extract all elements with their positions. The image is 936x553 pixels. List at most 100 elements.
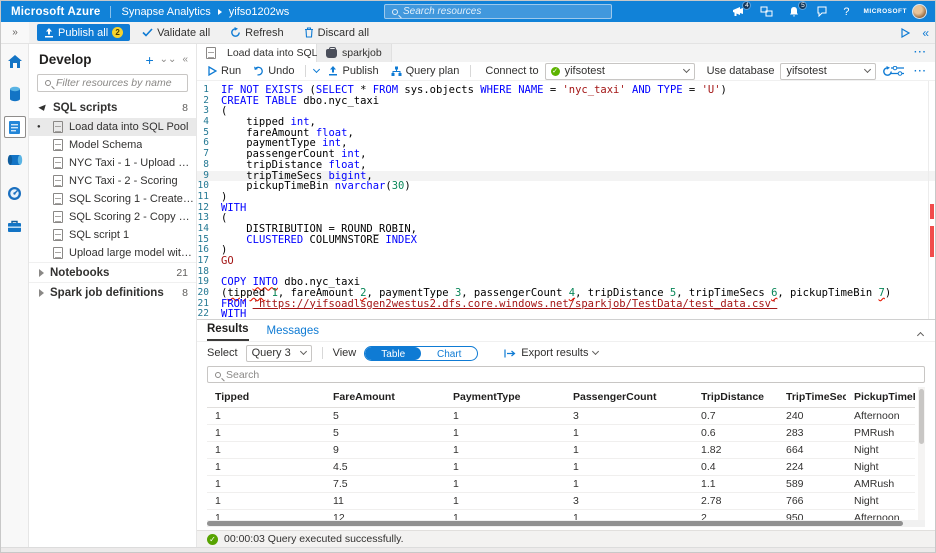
tree-item[interactable]: NYC Taxi - 1 - Upload model — [29, 154, 196, 172]
column-header[interactable]: PaymentType — [445, 387, 565, 408]
refresh-button[interactable]: Refresh — [222, 24, 292, 41]
overview-ruler[interactable] — [928, 81, 935, 319]
chevron-down-icon — [682, 65, 690, 74]
tree-item[interactable]: SQL Scoring 1 - Create model table — [29, 190, 196, 208]
code-line: 16) — [197, 245, 935, 256]
table-row[interactable]: 1 5 1 1 0.6 283 PMRush — [207, 424, 915, 442]
tree-section-count: 21 — [176, 266, 188, 279]
export-results-button[interactable]: Export results — [504, 347, 600, 359]
collapse-panel-icon[interactable]: « — [922, 26, 929, 40]
use-database-dropdown[interactable]: yifsotest — [780, 62, 877, 80]
global-search-input[interactable] — [403, 6, 593, 17]
column-header[interactable]: PassengerCount — [565, 387, 693, 408]
editor-area: Load data into SQL P...●sparkjob ··· Run… — [197, 44, 935, 547]
vertical-scrollbar[interactable] — [918, 387, 925, 520]
feedback-icon[interactable] — [815, 5, 829, 19]
column-header[interactable]: TripTimeSecs — [778, 387, 846, 408]
tab-messages[interactable]: Messages — [267, 325, 319, 341]
notifications-bell-icon[interactable]: 5 — [787, 0, 808, 19]
directory-switch-icon[interactable] — [759, 5, 773, 19]
tab-overflow-icon[interactable]: ··· — [914, 47, 927, 58]
debug-run-icon[interactable] — [901, 27, 911, 38]
run-button[interactable]: Run — [205, 65, 244, 77]
notifications-badge: 5 — [798, 0, 808, 10]
editor-tab[interactable]: Load data into SQL P...● — [197, 44, 343, 62]
table-row[interactable]: 1 7.5 1 1 1.1 589 AMRush — [207, 475, 915, 493]
tree-section[interactable]: SQL scripts 8 — [29, 98, 196, 118]
tab-results[interactable]: Results — [207, 323, 249, 341]
column-header[interactable]: FareAmount — [325, 387, 445, 408]
view-table-toggle[interactable]: Table — [365, 346, 422, 360]
view-chart-toggle[interactable]: Chart — [421, 347, 477, 360]
results-search[interactable] — [207, 366, 925, 383]
validate-all-button[interactable]: Validate all — [134, 24, 218, 41]
azure-brand[interactable]: Microsoft Azure — [11, 6, 100, 18]
connect-to-dropdown[interactable]: ✓ yifsotest — [544, 62, 695, 80]
nav-develop[interactable] — [3, 116, 26, 138]
table-row[interactable]: 1 9 1 1 1.82 664 Night — [207, 441, 915, 459]
query-plan-button[interactable]: Query plan — [388, 65, 463, 77]
editor-tab[interactable]: sparkjob — [317, 44, 392, 62]
tree-section[interactable]: Spark job definitions 8 — [29, 282, 196, 302]
account-menu[interactable]: MICROSOFT — [864, 4, 927, 19]
code-text: WITH — [221, 201, 247, 214]
toolbar-divider — [305, 65, 307, 77]
tree-section-count: 8 — [182, 102, 188, 114]
develop-filter-input[interactable] — [56, 77, 176, 89]
nav-integrate[interactable] — [4, 149, 26, 171]
tree-item[interactable]: NYC Taxi - 2 - Scoring — [29, 172, 196, 190]
left-nav-rail — [1, 44, 29, 547]
code-text: CREATE TABLE dbo.nyc_taxi — [221, 94, 380, 107]
tree-item[interactable]: Load data into SQL Pool — [29, 118, 196, 136]
column-header[interactable]: PickupTimeBin — [846, 387, 915, 408]
whats-new-icon[interactable]: 4 — [731, 0, 752, 19]
line-number: 6 — [203, 137, 209, 149]
tree-section[interactable]: Notebooks 21 — [29, 262, 196, 282]
table-row[interactable]: 1 11 1 3 2.78 766 Night — [207, 492, 915, 510]
table-cell: 2.78 — [693, 492, 778, 510]
tree-item[interactable]: SQL script 1 — [29, 226, 196, 244]
results-header-row: Tipped FareAmount PaymentType PassengerCoun… — [207, 387, 915, 408]
table-row[interactable]: 1 4.5 1 1 0.4 224 Night — [207, 458, 915, 476]
sql-code-editor[interactable]: 1 IF NOT EXISTS (SELECT * FROM sys.object… — [197, 81, 935, 319]
table-row[interactable]: 1 12 1 1 2 950 Afternoon — [207, 509, 915, 520]
tree-item[interactable]: SQL Scoring 2 - Copy model into mo... — [29, 208, 196, 226]
results-search-input[interactable] — [226, 368, 924, 381]
code-text: ( — [221, 105, 228, 118]
collapse-all-icon[interactable]: ⌄⌄ — [160, 54, 177, 65]
chevron-down-icon — [864, 65, 872, 74]
table-cell: 664 — [778, 441, 846, 459]
collapse-results-icon[interactable] — [916, 327, 925, 341]
tree-item[interactable]: Model Schema — [29, 136, 196, 154]
undo-split-chevron-icon[interactable] — [313, 65, 321, 74]
nav-data[interactable] — [4, 83, 26, 105]
column-header[interactable]: Tipped — [207, 387, 325, 408]
publish-all-button[interactable]: Publish all 2 — [37, 24, 131, 41]
expand-rail-button[interactable]: » — [1, 22, 29, 43]
synapse-workspace-window: Microsoft Azure Synapse Analytics yifso1… — [0, 0, 936, 553]
help-icon[interactable]: ? — [843, 6, 849, 18]
horizontal-scrollbar[interactable] — [207, 520, 925, 527]
run-icon — [208, 66, 217, 76]
publish-button[interactable]: Publish — [325, 65, 381, 77]
discard-all-button[interactable]: Discard all — [296, 24, 377, 41]
undo-button[interactable]: Undo — [250, 65, 297, 77]
tree-item[interactable]: Upload large model with COPY INTO — [29, 244, 196, 262]
settings-sliders-icon[interactable] — [891, 66, 904, 76]
global-search[interactable] — [384, 4, 612, 19]
nav-monitor[interactable] — [4, 182, 26, 204]
nav-home[interactable] — [4, 50, 26, 72]
breadcrumb-workspace[interactable]: yifso1202ws — [229, 6, 290, 18]
add-resource-button[interactable]: + — [145, 53, 153, 67]
breadcrumb-product[interactable]: Synapse Analytics — [121, 6, 210, 18]
editor-more-icon[interactable]: ··· — [914, 66, 927, 77]
nav-manage[interactable] — [4, 215, 26, 237]
develop-filter[interactable] — [37, 74, 188, 92]
query-select-dropdown[interactable]: Query 3 — [245, 344, 312, 362]
collapse-develop-pane-icon[interactable]: « — [182, 54, 188, 65]
develop-panel: Develop + ⌄⌄ « SQL scripts 8 Load data int… — [29, 44, 197, 547]
editor-toolbar-right: ··· — [891, 66, 927, 77]
column-header[interactable]: TripDistance — [693, 387, 778, 408]
line-number: 4 — [203, 116, 209, 128]
table-row[interactable]: 1 5 1 3 0.7 240 Afternoon — [207, 407, 915, 425]
